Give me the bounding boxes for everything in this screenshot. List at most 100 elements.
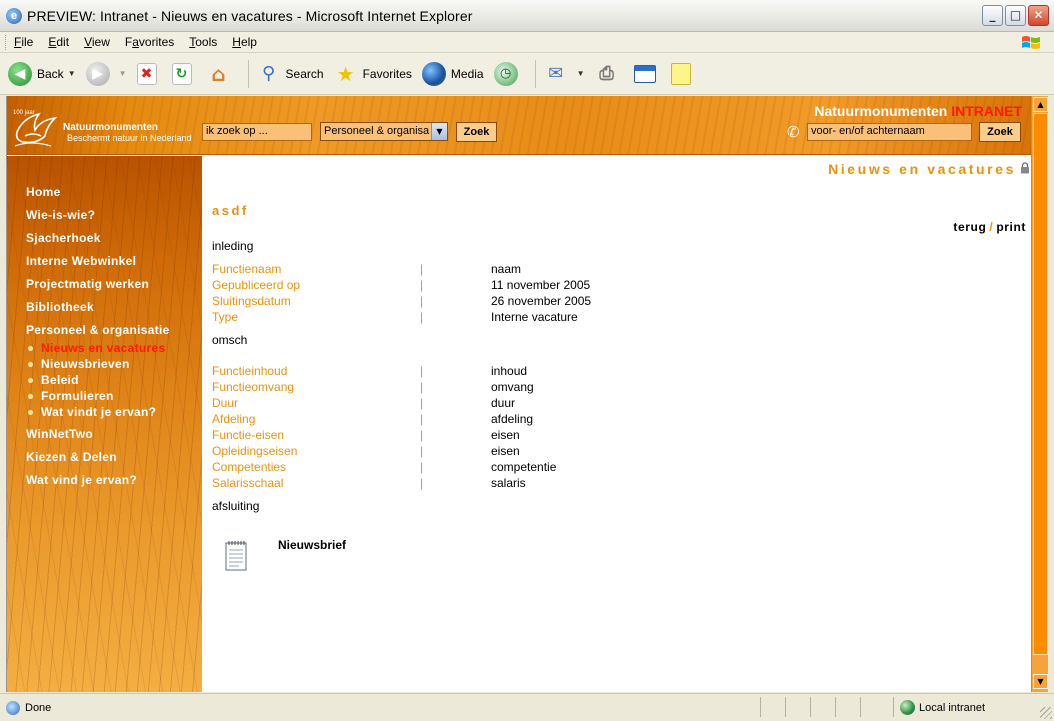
vertical-scrollbar[interactable]: ▲ ▼ bbox=[1031, 96, 1048, 692]
refresh-button[interactable]: ↻ bbox=[171, 62, 197, 85]
field-value: 26 november 2005 bbox=[491, 294, 592, 308]
print-button[interactable]: ⎙ bbox=[595, 62, 624, 86]
menu-edit[interactable]: Edit bbox=[48, 35, 69, 49]
attachment-link[interactable]: Nieuwsbrief bbox=[278, 538, 346, 552]
field-separator: | bbox=[420, 476, 424, 490]
people-search-input[interactable]: voor- en/of achternaam bbox=[807, 123, 972, 141]
sidebar-item-wat-vind-je-ervan[interactable]: Wat vind je ervan? bbox=[26, 473, 170, 496]
status-bar: Done Local intranet bbox=[0, 693, 1054, 721]
status-left: Done bbox=[6, 701, 51, 715]
stop-button[interactable]: ✖ bbox=[136, 62, 162, 85]
security-zone[interactable]: Local intranet bbox=[900, 700, 985, 715]
field-separator: | bbox=[420, 428, 424, 442]
edit-button[interactable] bbox=[633, 64, 661, 83]
sidebar-item-wie-is-wie[interactable]: Wie-is-wie? bbox=[26, 208, 170, 231]
print-link[interactable]: print bbox=[996, 220, 1026, 234]
field-label: Duur bbox=[212, 396, 239, 410]
people-search-button[interactable]: Zoek bbox=[979, 122, 1021, 142]
forward-button[interactable]: ▶ ▼ bbox=[85, 61, 127, 86]
sidebar-subitem-formulieren[interactable]: Formulieren bbox=[28, 388, 170, 404]
minimize-button[interactable]: _ bbox=[982, 5, 1003, 26]
menu-favorites[interactable]: Favorites bbox=[125, 35, 174, 49]
bullet-icon bbox=[28, 393, 33, 399]
status-divider bbox=[835, 697, 836, 717]
sidebar-subitem-nieuwsbrieven[interactable]: Nieuwsbrieven bbox=[28, 356, 170, 372]
maximize-button[interactable]: □ bbox=[1005, 5, 1026, 26]
mail-button[interactable]: ✉ ▼ bbox=[544, 62, 585, 86]
field-value: 11 november 2005 bbox=[491, 278, 591, 292]
resize-grip-icon[interactable] bbox=[1040, 707, 1052, 719]
nav-gap bbox=[26, 420, 170, 427]
field-row: Functie-eisen | eisen bbox=[212, 428, 912, 444]
media-globe-icon bbox=[421, 61, 446, 86]
discuss-button[interactable] bbox=[670, 62, 696, 85]
sidebar-subitem-wat-vindt-je-ervan[interactable]: Wat vindt je ervan? bbox=[28, 404, 170, 420]
bullet-icon bbox=[28, 377, 33, 383]
favorites-star-icon: ★ bbox=[336, 61, 355, 86]
scrollbar-thumb[interactable] bbox=[1033, 113, 1048, 655]
sidebar-item-bibliotheek[interactable]: Bibliotheek bbox=[26, 300, 170, 323]
field-value: competentie bbox=[491, 460, 557, 474]
subitem-label: Wat vindt je ervan? bbox=[41, 405, 157, 419]
description-text: omsch bbox=[212, 333, 248, 347]
field-row: Functienaam | naam bbox=[212, 262, 912, 278]
history-button[interactable]: ◷ bbox=[493, 61, 523, 86]
home-button[interactable]: ⌂ bbox=[207, 62, 236, 86]
forward-dropdown-icon[interactable]: ▼ bbox=[119, 69, 127, 78]
sidebar-item-personeel-organisatie[interactable]: Personeel & organisatie bbox=[26, 323, 170, 340]
back-button[interactable]: ◀ Back ▼ bbox=[8, 61, 76, 86]
field-separator: | bbox=[420, 262, 424, 276]
site-logo[interactable]: 100 jaar Natuurmonumenten Beschermt natu… bbox=[7, 96, 203, 155]
chevron-down-icon[interactable]: ▼ bbox=[431, 123, 447, 140]
back-dropdown-icon[interactable]: ▼ bbox=[68, 69, 76, 78]
sidebar-item-winnettwo[interactable]: WinNetTwo bbox=[26, 427, 170, 450]
windows-logo-icon bbox=[1022, 36, 1040, 49]
sidebar-item-interne-webwinkel[interactable]: Interne Webwinkel bbox=[26, 254, 170, 277]
field-row: Functieomvang | omvang bbox=[212, 380, 912, 396]
menu-view[interactable]: View bbox=[84, 35, 110, 49]
sidebar-subitem-beleid[interactable]: Beleid bbox=[28, 372, 170, 388]
site-search-input[interactable]: ik zoek op ... bbox=[202, 123, 312, 141]
sidebar-subitem-nieuws-en-vacatures[interactable]: Nieuws en vacatures bbox=[28, 340, 170, 356]
document-icon[interactable] bbox=[224, 539, 248, 571]
menu-help[interactable]: Help bbox=[232, 35, 257, 49]
page-viewport[interactable]: 100 jaar Natuurmonumenten Beschermt natu… bbox=[6, 96, 1031, 692]
sidebar-item-projectmatig-werken[interactable]: Projectmatig werken bbox=[26, 277, 170, 300]
site-search-button[interactable]: Zoek bbox=[456, 122, 497, 142]
sidebar-item-home[interactable]: Home bbox=[26, 185, 170, 208]
brand-suffix: INTRANET bbox=[951, 103, 1022, 119]
mail-dropdown-icon[interactable]: ▼ bbox=[577, 69, 585, 78]
field-row: Sluitingsdatum | 26 november 2005 bbox=[212, 294, 912, 310]
media-button[interactable]: Media bbox=[421, 61, 484, 86]
printer-icon: ⎙ bbox=[599, 63, 614, 84]
search-scope-value: Personeel & organisa bbox=[324, 125, 430, 137]
site-header: 100 jaar Natuurmonumenten Beschermt natu… bbox=[7, 96, 1031, 155]
subitem-label: Nieuws en vacatures bbox=[41, 341, 166, 355]
status-divider bbox=[810, 697, 811, 717]
scroll-up-icon[interactable]: ▲ bbox=[1033, 97, 1048, 112]
field-row: Type | Interne vacature bbox=[212, 310, 912, 326]
back-link[interactable]: terug bbox=[953, 220, 986, 234]
field-row: Duur | duur bbox=[212, 396, 912, 412]
menu-tools[interactable]: Tools bbox=[189, 35, 217, 49]
home-icon: ⌂ bbox=[211, 61, 226, 86]
sidebar-item-sjacherhoek[interactable]: Sjacherhoek bbox=[26, 231, 170, 254]
favorites-button[interactable]: ★ Favorites bbox=[334, 62, 412, 86]
close-button[interactable]: ✕ bbox=[1028, 5, 1049, 26]
field-label: Salarisschaal bbox=[212, 476, 284, 490]
lock-icon bbox=[1021, 162, 1029, 174]
scroll-down-icon[interactable]: ▼ bbox=[1033, 674, 1048, 689]
subitem-label: Beleid bbox=[41, 373, 79, 387]
field-value: eisen bbox=[491, 444, 520, 458]
field-separator: | bbox=[420, 278, 424, 292]
item-title: asdf bbox=[212, 203, 249, 218]
search-button[interactable]: ⚲ Search bbox=[257, 62, 324, 86]
search-scope-select[interactable]: Personeel & organisa ▼ bbox=[320, 122, 448, 141]
menu-grip[interactable] bbox=[5, 34, 8, 50]
intro-text: inleding bbox=[212, 239, 254, 253]
field-label: Functieinhoud bbox=[212, 364, 288, 378]
field-separator: | bbox=[420, 396, 424, 410]
sidebar-item-kiezen-delen[interactable]: Kiezen & Delen bbox=[26, 450, 170, 473]
edit-page-icon bbox=[633, 64, 656, 83]
menu-file[interactable]: File bbox=[14, 35, 33, 49]
